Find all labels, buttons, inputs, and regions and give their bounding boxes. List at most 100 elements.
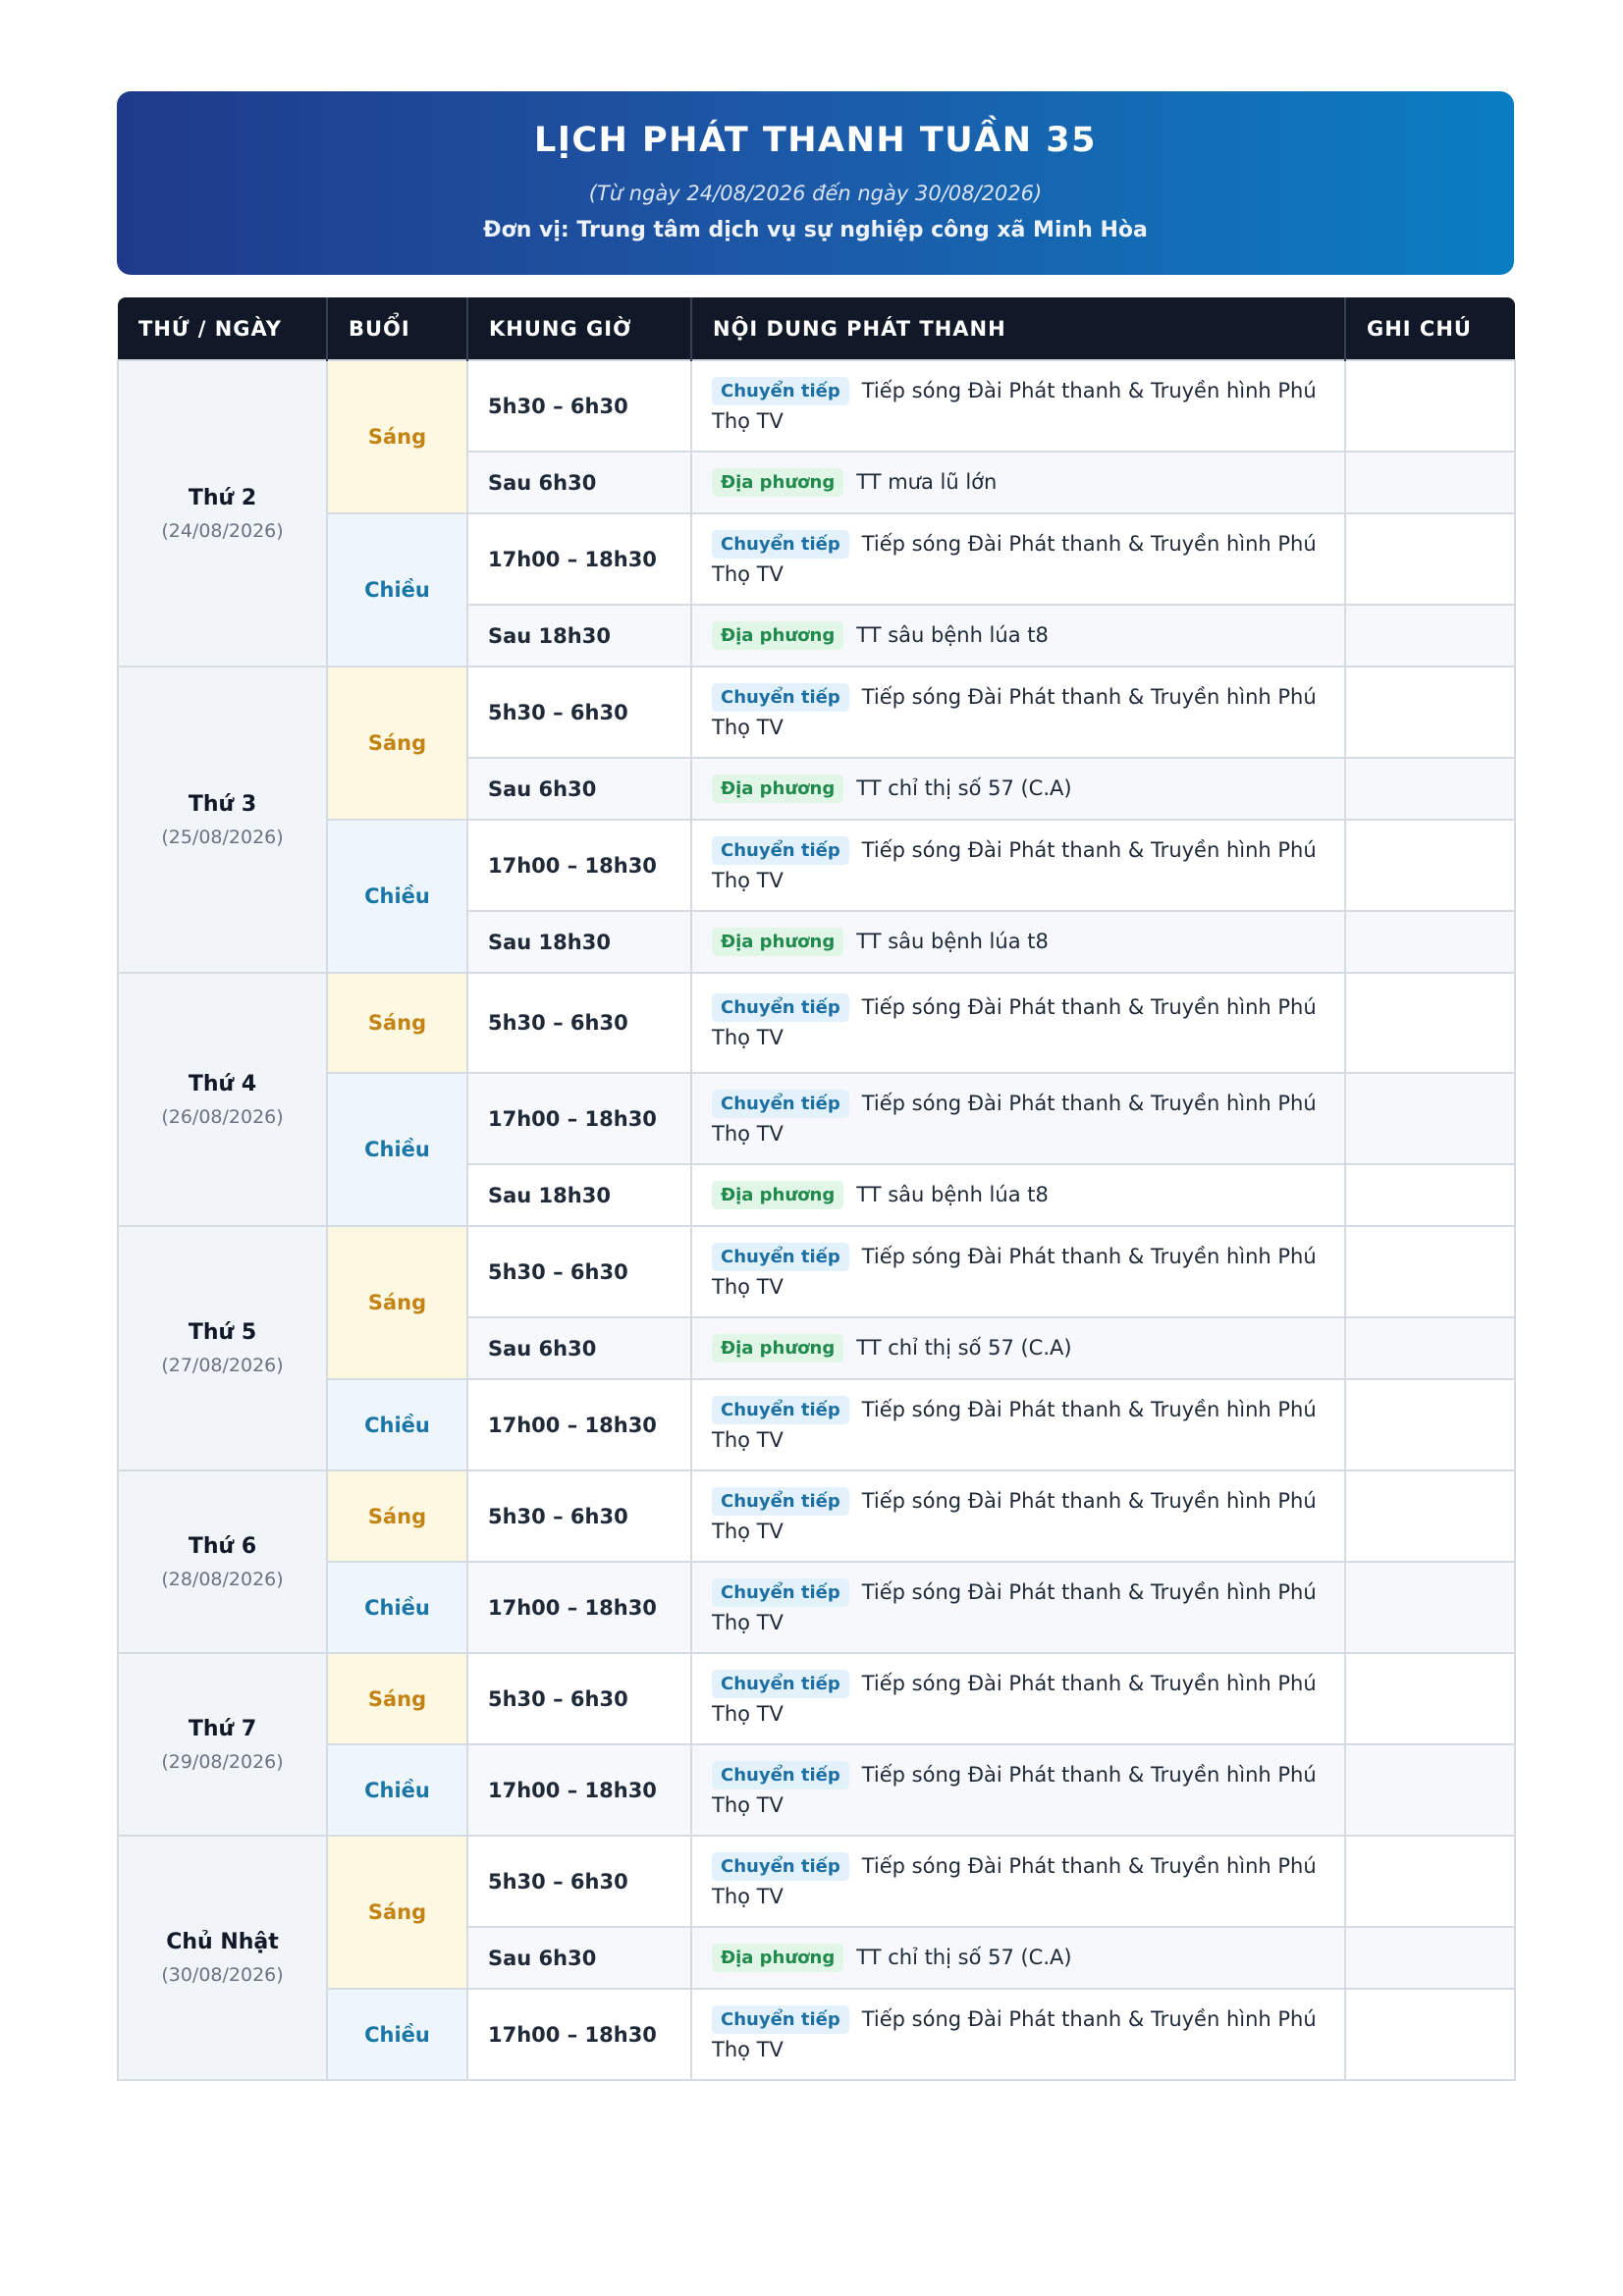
table-header-row: THỨ / NGÀY BUỔI KHUNG GIỜ NỘI DUNG PHÁT …: [118, 297, 1515, 360]
table-row: Chiều 17h00 – 18h30 Chuyển tiếp Tiếp sóng Đ…: [118, 1743, 1516, 1837]
relay-badge: Chuyển tiếp: [712, 682, 849, 712]
content-text: TT sâu bệnh lúa t8: [856, 623, 1049, 647]
content-cell: Chuyển tiếp Tiếp sóng Đài Phát thanh & Tr…: [690, 1225, 1346, 1318]
session-cell: Sáng: [326, 1469, 468, 1563]
note-cell: [1344, 512, 1516, 606]
local-badge: Địa phương: [712, 774, 844, 803]
time-cell: 17h00 – 18h30: [466, 512, 692, 606]
content-cell: Địa phương TT sâu bệnh lúa t8: [690, 1163, 1346, 1227]
schedule-header: LỊCH PHÁT THANH TUẦN 35 (Từ ngày 24/08/2…: [117, 91, 1514, 275]
day-name: Chủ Nhật: [166, 1930, 279, 1954]
unit-label: Đơn vị: Trung tâm dịch vụ sự nghiệp công…: [483, 218, 1148, 242]
schedule-table: THỨ / NGÀY BUỔI KHUNG GIỜ NỘI DUNG PHÁT …: [117, 297, 1516, 2081]
column-header-day: THỨ / NGÀY: [118, 297, 328, 360]
content-cell: Chuyển tiếp Tiếp sóng Đài Phát thanh & Tr…: [690, 666, 1346, 759]
note-cell: [1344, 819, 1516, 912]
table-row: Thứ 6 (28/08/2026) Sáng 5h30 – 6h30 Chuyển t…: [117, 1469, 1516, 1654]
time-cell: Sau 6h30: [466, 757, 692, 821]
relay-badge: Chuyển tiếp: [712, 1669, 849, 1698]
session-cell: Chiều: [326, 819, 468, 974]
session-cell: Chiều: [326, 1743, 468, 1837]
content-cell: Chuyển tiếp Tiếp sóng Đài Phát thanh & Tr…: [690, 512, 1346, 606]
table-row: Thứ 5 (27/08/2026) Sáng 5h30 – 6h30 Chuyển t…: [117, 1225, 1516, 1471]
content-cell: Chuyển tiếp Tiếp sóng Đài Phát thanh & Tr…: [690, 972, 1346, 1074]
session-cell: Chiều: [326, 1988, 468, 2081]
time-cell: 5h30 – 6h30: [466, 1652, 692, 1745]
day-name: Thứ 4: [188, 1071, 257, 1096]
note-cell: [1344, 1743, 1516, 1837]
day-date: (24/08/2026): [161, 519, 284, 542]
day-name: Thứ 7: [188, 1716, 257, 1741]
table-row: Thứ 3 (25/08/2026) Sáng 5h30 – 6h30 Chuyển t…: [117, 666, 1516, 974]
relay-badge: Chuyển tiếp: [712, 1760, 849, 1789]
session-cell: Chiều: [326, 1378, 468, 1471]
local-badge: Địa phương: [712, 1181, 844, 1209]
note-cell: [1344, 1469, 1516, 1563]
table-row: Chiều 17h00 – 18h30 Chuyển tiếp Tiếp sóng Đ…: [118, 1561, 1516, 1654]
day-date: (25/08/2026): [161, 826, 284, 848]
date-range: (Từ ngày 24/08/2026 đến ngày 30/08/2026): [588, 182, 1043, 205]
note-cell: [1344, 666, 1516, 759]
column-header-note: GHI CHÚ: [1345, 297, 1515, 360]
time-cell: 17h00 – 18h30: [466, 1743, 692, 1837]
content-cell: Chuyển tiếp Tiếp sóng Đài Phát thanh & Tr…: [690, 1652, 1346, 1745]
time-cell: Sau 6h30: [466, 1316, 692, 1380]
relay-badge: Chuyển tiếp: [712, 835, 849, 865]
column-header-session: BUỔI: [327, 297, 468, 360]
content-text: TT chỉ thị số 57 (C.A): [856, 1336, 1072, 1360]
note-cell: [1344, 1561, 1516, 1654]
day-cell: Thứ 6 (28/08/2026): [117, 1469, 328, 1654]
time-cell: Sau 18h30: [466, 604, 692, 667]
content-cell: Chuyển tiếp Tiếp sóng Đài Phát thanh & Tr…: [690, 819, 1346, 912]
day-cell: Thứ 7 (29/08/2026): [117, 1652, 328, 1837]
time-cell: Sau 6h30: [466, 1926, 692, 1990]
content-cell: Địa phương TT chỉ thị số 57 (C.A): [690, 757, 1346, 821]
note-cell: [1344, 1225, 1516, 1318]
content-text: TT sâu bệnh lúa t8: [856, 1183, 1049, 1206]
content-cell: Địa phương TT chỉ thị số 57 (C.A): [690, 1926, 1346, 1990]
local-badge: Địa phương: [712, 928, 844, 956]
day-name: Thứ 5: [188, 1320, 257, 1345]
note-cell: [1344, 910, 1516, 974]
content-text: TT chỉ thị số 57 (C.A): [856, 776, 1072, 800]
relay-badge: Chuyển tiếp: [712, 1851, 849, 1881]
day-name: Thứ 6: [188, 1533, 257, 1559]
day-date: (27/08/2026): [161, 1355, 284, 1376]
day-cell: Thứ 3 (25/08/2026): [117, 666, 328, 974]
table-row: Chiều 17h00 – 18h30 Chuyển tiếp Tiếp sóng Đ…: [118, 512, 1516, 667]
note-cell: [1344, 972, 1516, 1074]
day-cell: Chủ Nhật (30/08/2026): [117, 1835, 328, 2081]
page-title: LỊCH PHÁT THANH TUẦN 35: [534, 121, 1097, 160]
content-cell: Địa phương TT sâu bệnh lúa t8: [690, 604, 1346, 667]
note-cell: [1344, 1652, 1516, 1745]
content-cell: Chuyển tiếp Tiếp sóng Đài Phát thanh & Tr…: [690, 1988, 1346, 2081]
session-cell: Chiều: [326, 512, 468, 667]
relay-badge: Chuyển tiếp: [712, 1089, 849, 1118]
table-row: Chiều 17h00 – 18h30 Chuyển tiếp Tiếp sóng Đ…: [118, 1072, 1516, 1227]
session-cell: Chiều: [326, 1561, 468, 1654]
time-cell: 5h30 – 6h30: [466, 666, 692, 759]
relay-badge: Chuyển tiếp: [712, 993, 849, 1022]
note-cell: [1344, 451, 1516, 514]
table-row: Chiều 17h00 – 18h30 Chuyển tiếp Tiếp sóng Đ…: [118, 819, 1516, 974]
time-cell: 5h30 – 6h30: [466, 972, 692, 1074]
session-cell: Chiều: [326, 1072, 468, 1227]
column-header-time: KHUNG GIỜ: [467, 297, 692, 360]
session-cell: Sáng: [326, 666, 468, 821]
note-cell: [1344, 1072, 1516, 1165]
schedule-page: LỊCH PHÁT THANH TUẦN 35 (Từ ngày 24/08/2…: [0, 0, 1623, 2296]
local-badge: Địa phương: [712, 1944, 844, 1972]
day-date: (26/08/2026): [161, 1105, 284, 1128]
time-cell: 17h00 – 18h30: [466, 819, 692, 912]
session-cell: Sáng: [326, 1835, 468, 1990]
time-cell: Sau 18h30: [466, 1163, 692, 1227]
content-text: TT chỉ thị số 57 (C.A): [856, 1946, 1072, 1969]
relay-badge: Chuyển tiếp: [712, 2004, 849, 2034]
relay-badge: Chuyển tiếp: [712, 529, 849, 559]
content-cell: Địa phương TT chỉ thị số 57 (C.A): [690, 1316, 1346, 1380]
content-text: TT sâu bệnh lúa t8: [856, 930, 1049, 953]
local-badge: Địa phương: [712, 1334, 844, 1362]
time-cell: 5h30 – 6h30: [466, 1835, 692, 1928]
table-row: Chiều 17h00 – 18h30 Chuyển tiếp Tiếp sóng Đ…: [118, 1378, 1516, 1471]
relay-badge: Chuyển tiếp: [712, 1395, 849, 1424]
